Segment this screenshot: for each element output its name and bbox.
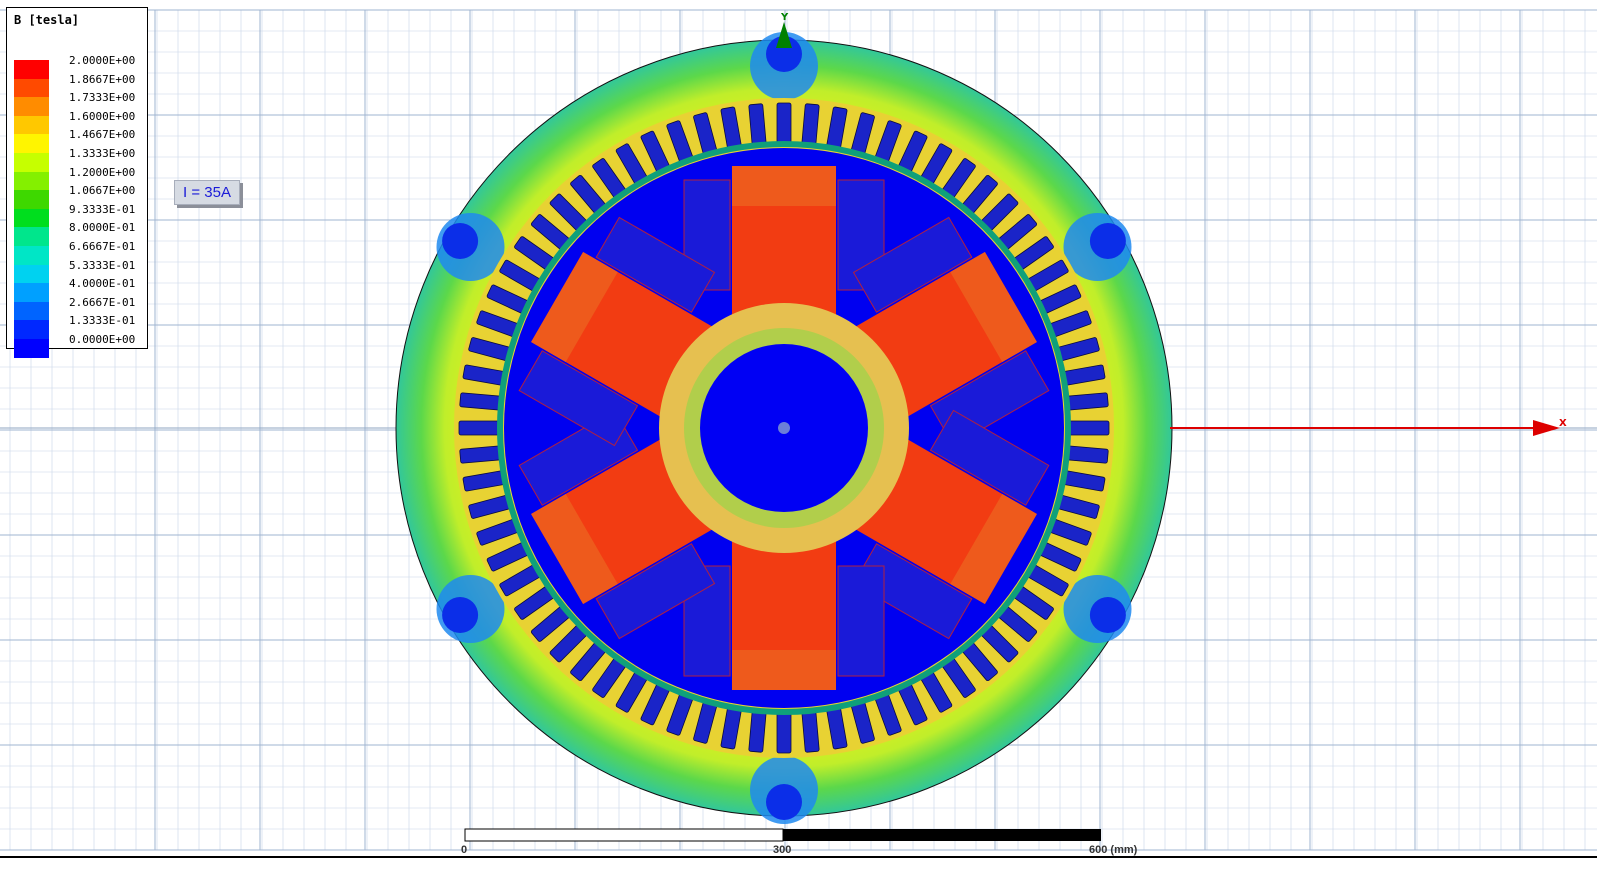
- legend-label: 6.6667E-01: [69, 240, 136, 253]
- legend-swatch: [14, 246, 49, 265]
- legend-swatch: [14, 339, 49, 358]
- scale-label-0: 0: [461, 844, 468, 856]
- yoke-low-field-core: [766, 784, 802, 820]
- legend-swatch: [14, 97, 49, 117]
- scale-bar-white: [464, 828, 784, 842]
- yoke-low-field-core: [442, 223, 479, 259]
- motor-cross-section: [395, 32, 1173, 824]
- legend-label: 1.4667E+00: [69, 128, 136, 142]
- stator-slot: [1066, 420, 1110, 436]
- legend-swatch: [14, 190, 49, 210]
- legend-swatch: [14, 171, 49, 191]
- legend-swatch: [14, 60, 49, 79]
- legend-label: 1.7333E+00: [69, 91, 136, 105]
- legend-swatch: [14, 208, 49, 228]
- legend-swatch: [14, 301, 49, 321]
- legend-swatch: [14, 227, 49, 247]
- legend-label: 2.6667E-01: [69, 295, 136, 309]
- legend-label: 4.0000E-01: [69, 277, 136, 291]
- legend-label: 0.0000E+00: [69, 333, 136, 346]
- scale-bar-black: [783, 829, 1101, 841]
- legend-swatch: [14, 283, 49, 303]
- legend-label: 5.3333E-01: [69, 258, 136, 272]
- legend-swatch: [14, 264, 49, 284]
- legend-swatch: [14, 153, 49, 172]
- current-annotation-label[interactable]: I = 35A: [174, 180, 240, 205]
- scale-label-600: 600 (mm): [1089, 844, 1138, 856]
- legend-label: 1.8667E+00: [69, 72, 136, 86]
- stator-slot: [458, 420, 502, 436]
- legend-swatch: [14, 78, 49, 98]
- y-axis-label: Y: [780, 12, 789, 23]
- legend-label: 1.3333E-01: [69, 314, 136, 328]
- legend-swatch: [14, 115, 49, 135]
- field-winding-left: [837, 565, 885, 677]
- legend-label: 2.0000E+00: [69, 54, 136, 67]
- legend-label: 8.0000E-01: [69, 221, 136, 235]
- pole-shoe: [732, 650, 836, 690]
- legend-label: 1.2000E+00: [69, 165, 136, 179]
- legend-swatch: [14, 134, 49, 154]
- pole-shoe: [732, 166, 836, 206]
- shaft-center: [778, 422, 790, 434]
- x-axis-arrowhead: [1533, 420, 1560, 436]
- yoke-low-field-core: [1089, 223, 1126, 259]
- legend-label: 1.3333E+00: [69, 147, 136, 160]
- stator-slot: [776, 710, 792, 754]
- scale-label-300: 300: [773, 844, 792, 856]
- legend-swatch: [14, 320, 49, 340]
- field-plot-viewport[interactable]: XY: [0, 0, 1597, 874]
- legend-label: 9.3333E-01: [69, 202, 136, 216]
- legend-label: 1.6000E+00: [69, 109, 136, 123]
- yoke-low-field-core: [1089, 597, 1126, 633]
- stator-slot: [776, 102, 792, 146]
- legend-label: 1.0667E+00: [69, 184, 136, 198]
- x-axis-label: X: [1559, 418, 1567, 429]
- legend-title: B [tesla]: [14, 13, 80, 27]
- yoke-low-field-core: [442, 597, 479, 633]
- flux-density-legend[interactable]: B [tesla] 2.0000E+00 1.8667E+00 1.7333E+00…: [6, 7, 148, 358]
- field-plot-canvas[interactable]: XY: [0, 0, 1597, 874]
